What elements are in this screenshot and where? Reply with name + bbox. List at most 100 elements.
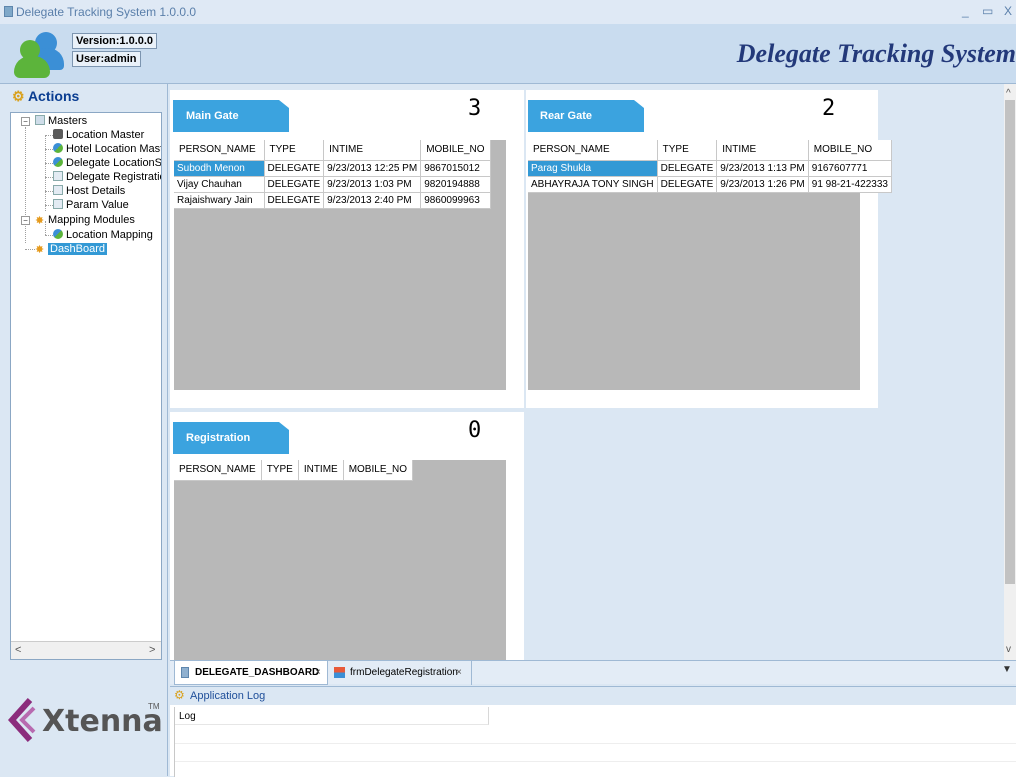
form-icon <box>53 171 63 181</box>
navigation-tree[interactable]: − Masters Location Master Hotel Location… <box>10 112 162 660</box>
tree-label: DashBoard <box>48 243 108 255</box>
cell-person-name: ABHAYRAJA TONY SINGH <box>528 176 658 193</box>
xtenna-logo: Xtenna TM <box>8 696 164 746</box>
scroll-left-icon[interactable]: < <box>15 644 21 656</box>
tab-delegate-dashboard[interactable]: DELEGATE_DASHBOARD × <box>174 661 328 685</box>
form-icon <box>53 199 63 209</box>
scroll-down-icon[interactable]: v <box>1006 644 1011 655</box>
tree-item-param-value[interactable]: Param Value <box>53 198 129 212</box>
tree-item-location-mapping[interactable]: Location Mapping <box>53 228 153 242</box>
users-avatar-icon <box>14 30 66 80</box>
registration-table: PERSON_NAME TYPE INTIME MOBILE_NO <box>174 460 414 481</box>
cell-mobile-no: 9167607771 <box>808 160 892 177</box>
actions-header: ⚙ Actions <box>12 88 79 105</box>
cell-mobile-no: 9820194888 <box>420 176 491 193</box>
gear-icon: ✸ <box>35 215 45 227</box>
tree-item-hotel-location-master[interactable]: Hotel Location Master <box>53 142 161 156</box>
gear-icon: ⚙ <box>12 88 25 104</box>
registration-grid[interactable]: PERSON_NAME TYPE INTIME MOBILE_NO <box>174 460 506 660</box>
cell-type: DELEGATE <box>657 160 718 177</box>
close-icon[interactable]: × <box>456 661 462 684</box>
log-row-line <box>175 743 1016 744</box>
folder-form-icon <box>35 115 45 125</box>
trademark-mark: TM <box>148 702 160 711</box>
cell-person-name: Vijay Chauhan <box>174 176 265 193</box>
col-person-name[interactable]: PERSON_NAME <box>528 140 658 161</box>
col-type[interactable]: TYPE <box>261 460 299 481</box>
tree-label: Location Master <box>66 129 145 141</box>
main-gate-panel: Main Gate 3 PERSON_NAME TYPE INTIME MOBI… <box>170 90 524 408</box>
col-intime[interactable]: INTIME <box>323 140 422 161</box>
table-row[interactable]: Rajaishwary Jain DELEGATE 9/23/2013 2:40… <box>174 192 491 209</box>
table-row[interactable]: Vijay Chauhan DELEGATE 9/23/2013 1:03 PM… <box>174 176 491 193</box>
log-grid[interactable]: Log <box>174 707 1016 777</box>
main-gate-count: 3 <box>468 96 482 121</box>
masters-expander[interactable]: − <box>21 117 30 126</box>
col-type[interactable]: TYPE <box>264 140 325 161</box>
cell-type: DELEGATE <box>264 160 325 177</box>
cell-intime: 9/23/2013 2:40 PM <box>323 192 422 209</box>
tree-label: Delegate LocationSe <box>66 157 162 169</box>
close-icon[interactable]: × <box>315 661 321 684</box>
tab-label: frmDelegateRegistration <box>350 667 458 678</box>
col-mobile-no[interactable]: MOBILE_NO <box>343 460 414 481</box>
cell-intime: 9/23/2013 12:25 PM <box>323 160 422 177</box>
cell-type: DELEGATE <box>657 176 718 193</box>
col-mobile-no[interactable]: MOBILE_NO <box>808 140 892 161</box>
cell-mobile-no: 9867015012 <box>420 160 491 177</box>
table-row[interactable]: Subodh Menon DELEGATE 9/23/2013 12:25 PM… <box>174 160 491 177</box>
tree-item-host-details[interactable]: Host Details <box>53 184 125 198</box>
registration-label: Registration <box>186 432 251 444</box>
cell-intime: 9/23/2013 1:26 PM <box>716 176 809 193</box>
col-intime[interactable]: INTIME <box>716 140 809 161</box>
main-gate-grid[interactable]: PERSON_NAME TYPE INTIME MOBILE_NO Subodh… <box>174 140 506 390</box>
minimize-button[interactable]: _ <box>962 4 969 18</box>
cell-mobile-no: 91 98-21-422333 <box>808 176 892 193</box>
cell-person-name: Subodh Menon <box>174 160 265 177</box>
scroll-right-icon[interactable]: > <box>149 644 155 656</box>
version-label: Version:1.0.0.0 <box>72 33 158 49</box>
tree-item-dashboard[interactable]: ✸ DashBoard <box>35 242 108 256</box>
cell-type: DELEGATE <box>264 192 325 209</box>
tree-item-mapping-modules[interactable]: ✸ Mapping Modules <box>35 213 135 227</box>
col-person-name[interactable]: PERSON_NAME <box>174 140 265 161</box>
tab-frm-delegate-registration[interactable]: frmDelegateRegistration × <box>330 661 472 685</box>
table-row[interactable]: ABHAYRAJA TONY SINGH DELEGATE 9/23/2013 … <box>528 176 892 193</box>
scroll-thumb[interactable] <box>1005 100 1015 584</box>
tree-label: Param Value <box>66 199 129 211</box>
log-column-header[interactable]: Log <box>175 707 489 725</box>
window-titlebar[interactable]: Delegate Tracking System 1.0.0.0 _ ▭ X <box>0 0 1016 24</box>
tab-list-dropdown-icon[interactable]: ▼ <box>1002 664 1012 675</box>
form-window-icon <box>334 667 345 678</box>
window-title: Delegate Tracking System 1.0.0.0 <box>16 5 197 19</box>
users-icon <box>53 157 63 167</box>
mapping-expander[interactable]: − <box>21 216 30 225</box>
tree-item-delegate-location-setup[interactable]: Delegate LocationSe <box>53 156 162 170</box>
dashboard-vscrollbar[interactable]: ^ v <box>1004 84 1016 660</box>
rear-gate-count: 2 <box>822 96 836 121</box>
form-icon <box>53 185 63 195</box>
tree-label: Host Details <box>66 185 126 197</box>
rear-gate-label: Rear Gate <box>540 110 592 122</box>
col-intime[interactable]: INTIME <box>298 460 344 481</box>
tree-label: Location Mapping <box>66 229 153 241</box>
actions-sidebar: ⚙ Actions − Masters Location Master Hote… <box>0 84 168 776</box>
tree-item-location-master[interactable]: Location Master <box>53 128 144 142</box>
col-type[interactable]: TYPE <box>657 140 718 161</box>
col-mobile-no[interactable]: MOBILE_NO <box>420 140 491 161</box>
registration-panel: Registration 0 PERSON_NAME TYPE INTIME M… <box>170 412 524 660</box>
tree-item-delegate-registration[interactable]: Delegate Registratio <box>53 170 161 184</box>
tree-hscrollbar[interactable]: < > <box>11 641 161 659</box>
maximize-button[interactable]: ▭ <box>982 4 993 18</box>
rear-gate-grid[interactable]: PERSON_NAME TYPE INTIME MOBILE_NO Parag … <box>528 140 892 390</box>
close-button[interactable]: X <box>1004 4 1012 18</box>
cell-intime: 9/23/2013 1:13 PM <box>716 160 809 177</box>
tree-label: Hotel Location Master <box>66 143 161 155</box>
col-person-name[interactable]: PERSON_NAME <box>174 460 262 481</box>
cell-type: DELEGATE <box>264 176 325 193</box>
document-icon <box>181 667 189 678</box>
rear-gate-table: PERSON_NAME TYPE INTIME MOBILE_NO Parag … <box>528 140 892 193</box>
table-row[interactable]: Parag Shukla DELEGATE 9/23/2013 1:13 PM … <box>528 160 892 177</box>
scroll-up-icon[interactable]: ^ <box>1006 88 1011 99</box>
tree-item-masters[interactable]: Masters <box>35 114 87 128</box>
